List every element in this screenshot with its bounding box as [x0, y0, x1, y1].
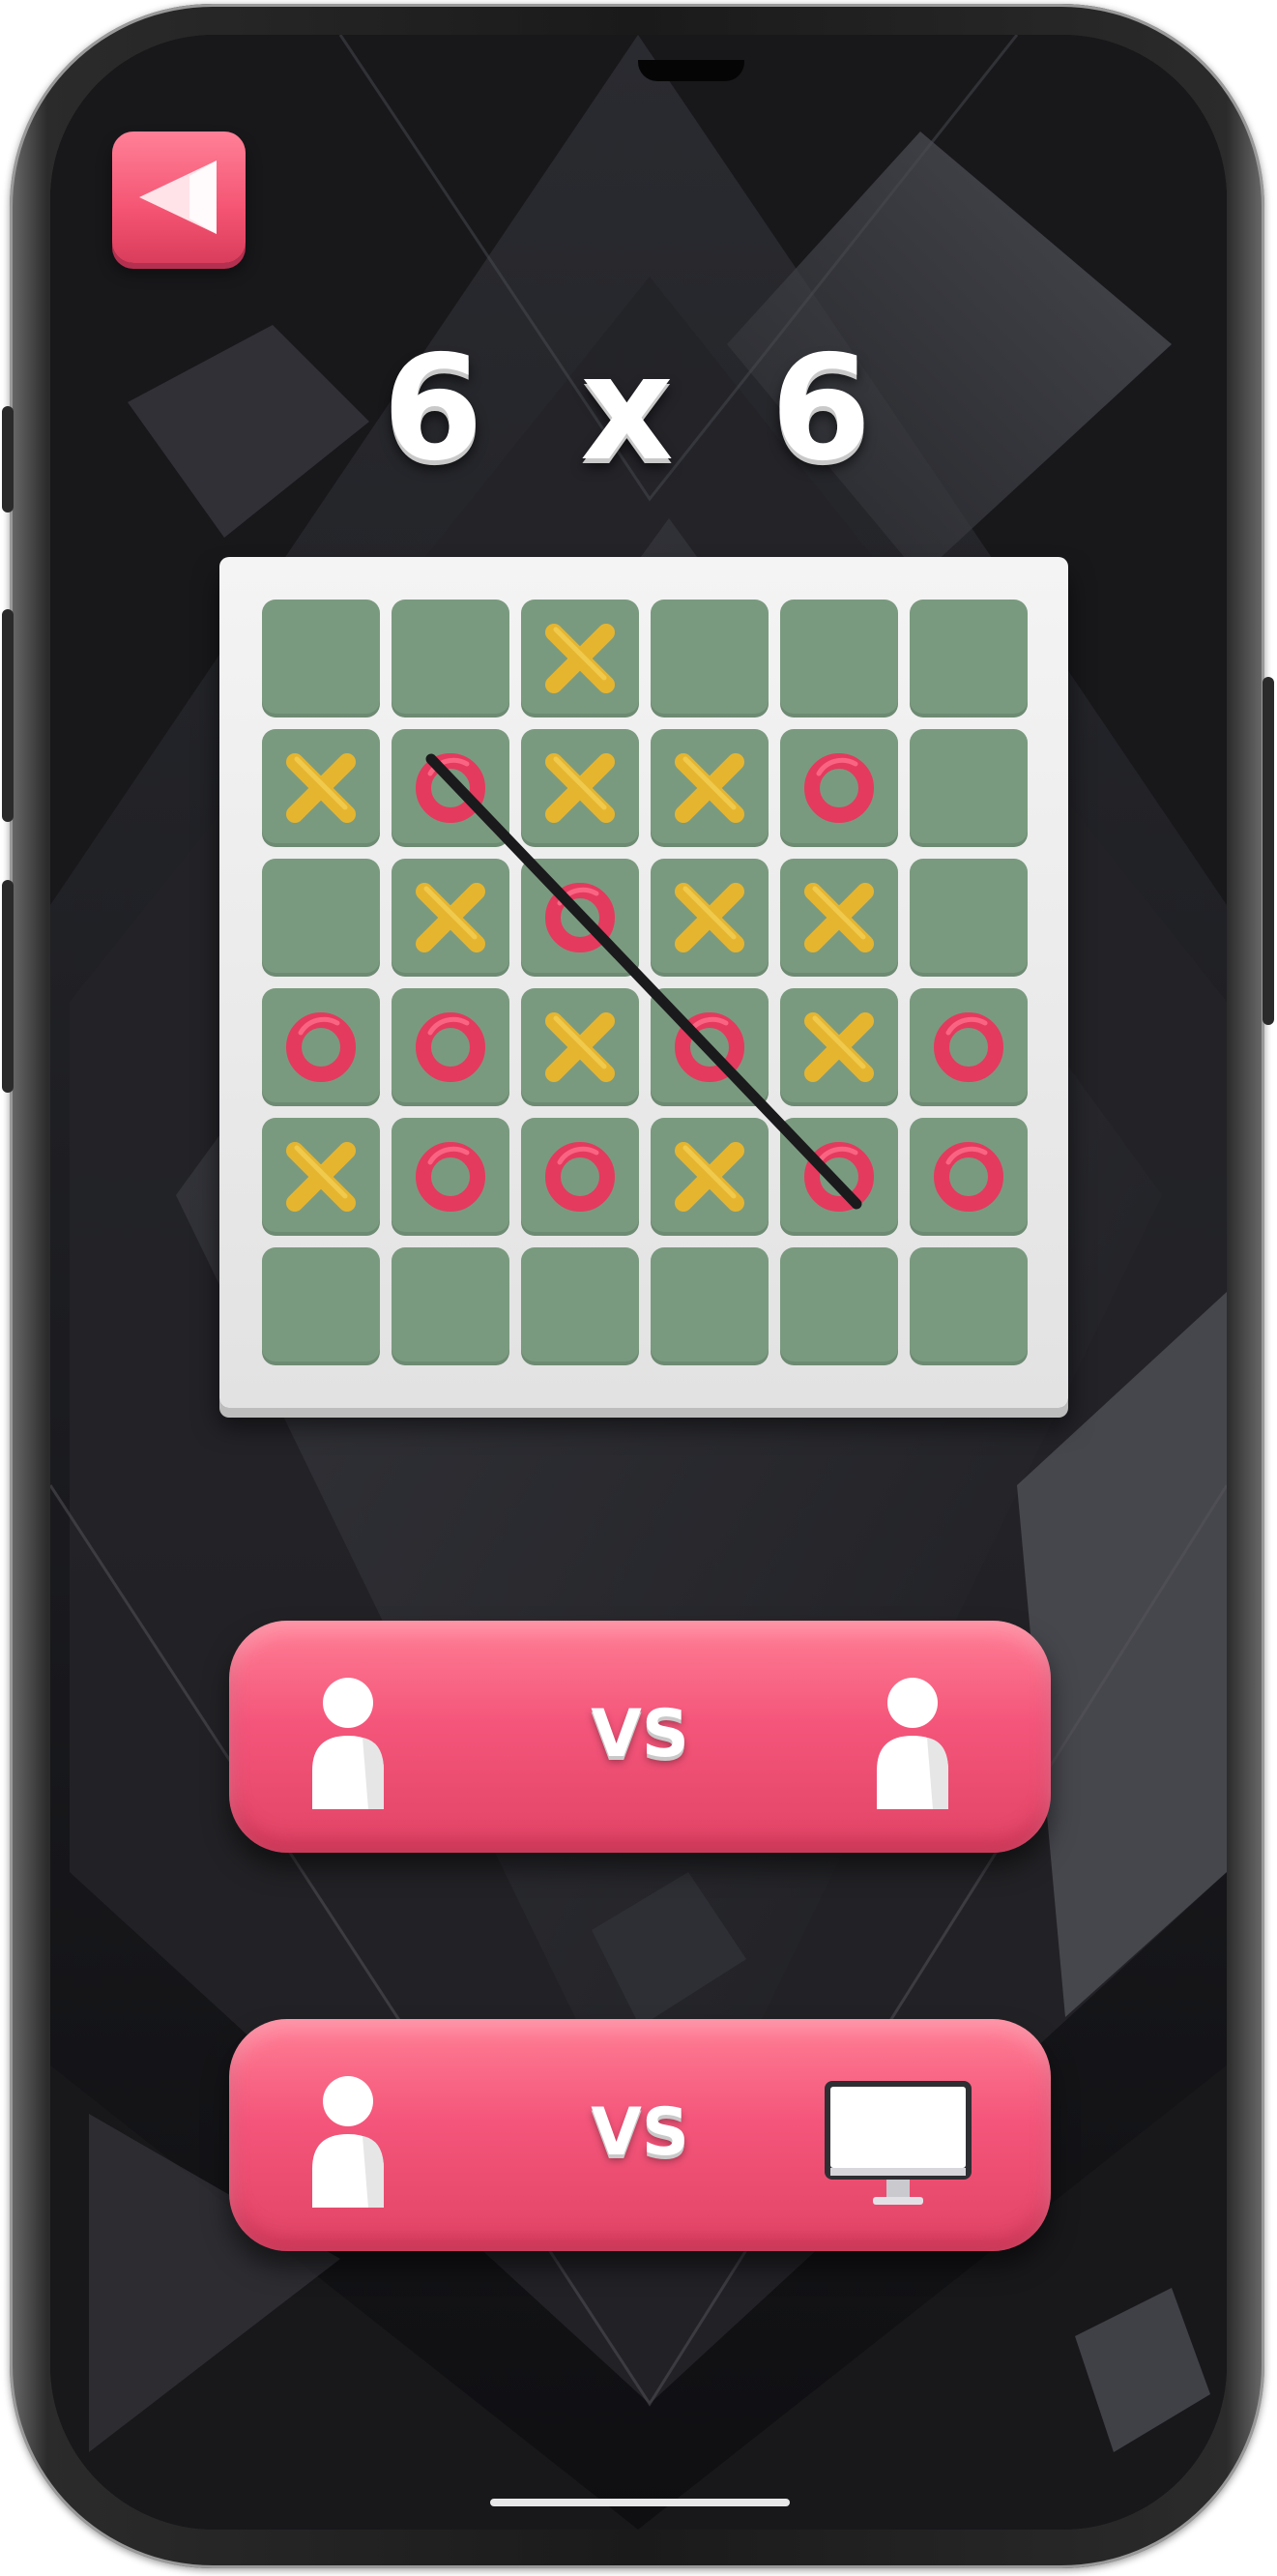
- player-vs-player-button[interactable]: VS: [229, 1621, 1051, 1853]
- board-cell[interactable]: [780, 1247, 898, 1365]
- o-mark-icon: [416, 1012, 485, 1082]
- board-cell[interactable]: [262, 1118, 380, 1236]
- board-cell[interactable]: [780, 988, 898, 1106]
- home-indicator[interactable]: [490, 2499, 790, 2506]
- board-cell[interactable]: [521, 859, 639, 977]
- x-mark-icon: [675, 753, 744, 823]
- x-mark-icon: [286, 1142, 356, 1212]
- board-cell[interactable]: [910, 988, 1028, 1106]
- x-mark-icon: [804, 1012, 874, 1082]
- x-mark-icon: [675, 883, 744, 952]
- player-vs-computer-button[interactable]: VS: [229, 2019, 1051, 2251]
- board-cell[interactable]: [651, 988, 769, 1106]
- board-cell[interactable]: [651, 1118, 769, 1236]
- board-cell[interactable]: [521, 729, 639, 847]
- o-mark-icon: [804, 753, 874, 823]
- o-mark-icon: [286, 1012, 356, 1082]
- player-icon: [877, 1678, 948, 1809]
- board-cell[interactable]: [780, 859, 898, 977]
- game-screen: 6 x 6 VS VS: [50, 35, 1227, 2530]
- board-cell[interactable]: [910, 1247, 1028, 1365]
- back-button[interactable]: [112, 132, 246, 263]
- x-mark-icon: [545, 1012, 615, 1082]
- board-cell[interactable]: [780, 729, 898, 847]
- board-cell[interactable]: [392, 729, 509, 847]
- board-cell[interactable]: [910, 1118, 1028, 1236]
- board-cell[interactable]: [262, 729, 380, 847]
- board-cell[interactable]: [910, 729, 1028, 847]
- board-cell[interactable]: [392, 1118, 509, 1236]
- board-cell[interactable]: [910, 600, 1028, 717]
- board-cell[interactable]: [651, 600, 769, 717]
- volume-up-button: [2, 609, 14, 822]
- o-mark-icon: [675, 1012, 744, 1082]
- board-cell[interactable]: [521, 1118, 639, 1236]
- board-cell[interactable]: [651, 729, 769, 847]
- board-cell[interactable]: [392, 859, 509, 977]
- board-cell[interactable]: [780, 600, 898, 717]
- game-board: [219, 557, 1068, 1408]
- x-mark-icon: [675, 1142, 744, 1212]
- x-mark-icon: [545, 753, 615, 823]
- board-cell[interactable]: [521, 1247, 639, 1365]
- board-cell[interactable]: [262, 988, 380, 1106]
- board-cell[interactable]: [651, 859, 769, 977]
- o-mark-icon: [416, 753, 485, 823]
- silent-switch: [2, 406, 14, 512]
- board-cell[interactable]: [262, 859, 380, 977]
- x-mark-icon: [416, 883, 485, 952]
- board-cell[interactable]: [521, 988, 639, 1106]
- board-cell[interactable]: [780, 1118, 898, 1236]
- power-button: [1262, 677, 1274, 1025]
- board-cell[interactable]: [651, 1247, 769, 1365]
- x-mark-icon: [804, 883, 874, 952]
- camera-notch: [638, 60, 744, 81]
- o-mark-icon: [934, 1142, 1003, 1212]
- board-cell[interactable]: [262, 1247, 380, 1365]
- board-cell[interactable]: [521, 600, 639, 717]
- board-cell[interactable]: [392, 1247, 509, 1365]
- o-mark-icon: [934, 1012, 1003, 1082]
- board-size-title: 6 x 6: [382, 325, 895, 493]
- o-mark-icon: [545, 1142, 615, 1212]
- x-mark-icon: [545, 624, 615, 693]
- board-cell[interactable]: [392, 988, 509, 1106]
- computer-icon: [825, 2081, 972, 2205]
- back-triangle-icon: [139, 161, 217, 234]
- volume-down-button: [2, 880, 14, 1093]
- board-cell[interactable]: [392, 600, 509, 717]
- o-mark-icon: [416, 1142, 485, 1212]
- o-mark-icon: [545, 883, 615, 952]
- x-mark-icon: [286, 753, 356, 823]
- board-cell[interactable]: [262, 600, 380, 717]
- o-mark-icon: [804, 1142, 874, 1212]
- board-cell[interactable]: [910, 859, 1028, 977]
